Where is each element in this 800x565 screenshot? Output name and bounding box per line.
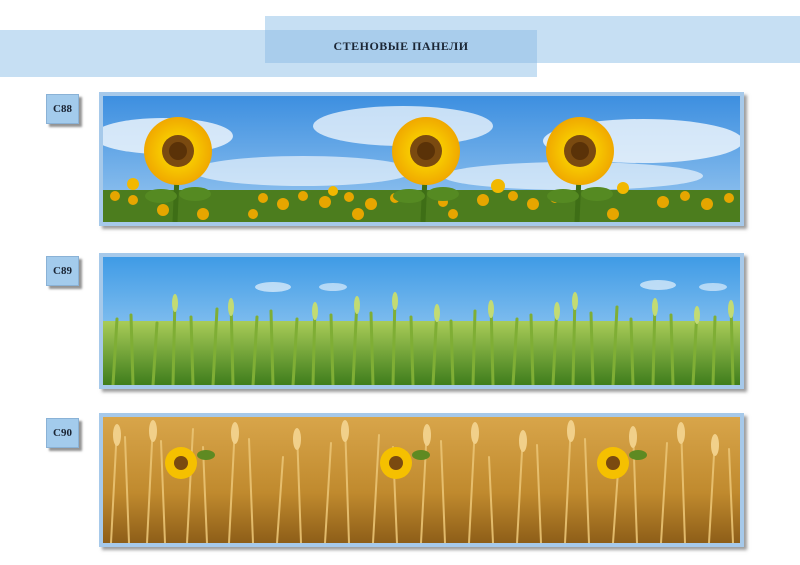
panel-image-green-wheat <box>99 253 744 389</box>
panel-image-sunflowers <box>99 92 744 226</box>
page-title: СТЕНОВЫЕ ПАНЕЛИ <box>265 30 537 63</box>
green-wheat-field-icon <box>103 257 740 385</box>
panel-code-tag: C88 <box>46 94 79 124</box>
golden-wheat-field-icon <box>103 417 740 543</box>
panel-code-tag: C90 <box>46 418 79 448</box>
panel-code-tag: C89 <box>46 256 79 286</box>
panel-image-golden-wheat <box>99 413 744 547</box>
sunflower-field-icon <box>103 96 740 222</box>
